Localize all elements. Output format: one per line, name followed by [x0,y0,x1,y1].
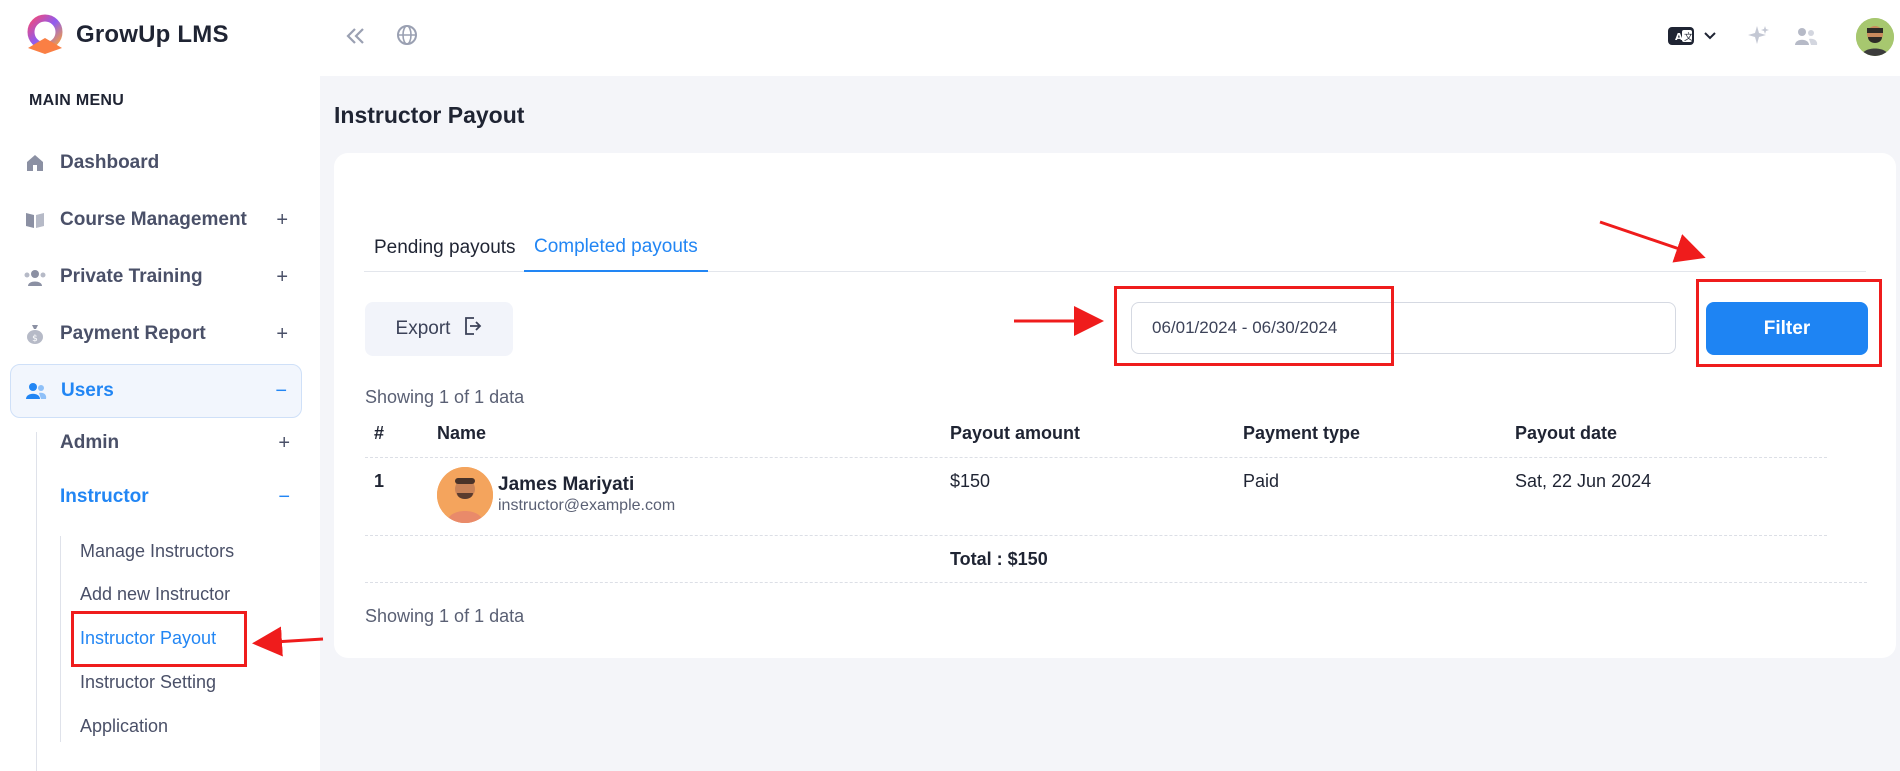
payout-total: Total : $150 [950,549,1048,569]
sidebar-item-label: Dashboard [60,152,160,173]
user-avatar[interactable] [1856,18,1894,56]
sidebar-item-course-management[interactable]: Course Management + [10,193,302,247]
sidebar-item-private-training[interactable]: Private Training + [10,250,302,304]
chevron-down-icon[interactable] [1700,26,1720,46]
showing-count-bottom: Showing 1 of 1 data [365,606,525,626]
sidebar-link-instructor-payout[interactable]: Instructor Payout [80,620,216,656]
row-index: 1 [374,471,385,491]
user-switch-icon[interactable] [1793,24,1819,48]
growup-logo-icon [27,14,63,54]
collapse-sidebar-icon[interactable] [344,24,368,48]
column-header-payout-amount: Payout amount [950,423,1081,443]
sidebar-subitem-admin[interactable]: Admin + [60,423,300,463]
sidebar-link-manage-instructors[interactable]: Manage Instructors [80,533,234,569]
top-bar: A文 [320,0,1900,76]
sidebar-item-label: Users [61,380,114,401]
table-footer-divider [365,582,1867,583]
sidebar-subitem-label: Admin [60,432,120,453]
payout-amount-value: $150 [950,471,991,491]
submenu-guide-line [36,432,37,771]
tab-completed-payouts[interactable]: Completed payouts [524,224,708,272]
home-icon [24,152,46,174]
sidebar-item-dashboard[interactable]: Dashboard [10,136,302,190]
sidebar-item-payment-report[interactable]: $ Payment Report + [10,307,302,361]
language-translate-icon[interactable]: A文 [1667,24,1695,48]
sidebar-subitem-instructor[interactable]: Instructor − [60,477,300,517]
export-button-label: Export [395,318,451,339]
sparkle-icon[interactable] [1746,24,1770,48]
users-icon [25,380,47,402]
training-icon [24,266,46,288]
money-bag-icon: $ [24,323,46,345]
instructor-name: James Mariyati [498,474,635,495]
app-logo[interactable]: GrowUp LMS [22,14,229,56]
payout-tabs: Pending payouts Completed payouts [364,224,1866,272]
expand-icon[interactable]: + [276,209,288,232]
date-range-input[interactable] [1131,302,1676,354]
table-row-divider [365,535,1827,536]
instructor-email: instructor@example.com [498,497,676,514]
payout-date-value: Sat, 22 Jun 2024 [1515,471,1652,491]
column-header-payment-type: Payment type [1243,423,1361,443]
svg-text:文: 文 [1684,31,1693,43]
showing-count-top: Showing 1 of 1 data [365,387,525,407]
sidebar: GrowUp LMS MAIN MENU Dashboard Course Ma… [0,0,320,771]
column-header-index: # [374,423,385,443]
filter-button[interactable]: Filter [1706,302,1868,355]
submenu-guide-line [60,536,61,742]
sidebar-link-add-new-instructor[interactable]: Add new Instructor [80,576,230,612]
page-title: Instructor Payout [334,102,525,128]
book-icon [24,209,46,231]
column-header-payout-date: Payout date [1515,423,1618,443]
sidebar-item-label: Course Management [60,209,247,230]
payment-type-value: Paid [1243,471,1280,491]
main-menu-heading: MAIN MENU [29,92,125,109]
sidebar-item-label: Payment Report [60,323,206,344]
instructor-avatar [437,467,493,523]
sidebar-subitem-label: Instructor [60,486,149,507]
export-button[interactable]: Export [365,302,513,356]
svg-text:$: $ [32,334,38,344]
collapse-icon[interactable]: − [278,486,290,509]
expand-icon[interactable]: + [276,323,288,346]
tab-pending-payouts[interactable]: Pending payouts [364,224,526,272]
svg-text:A: A [1675,32,1683,43]
sidebar-item-label: Private Training [60,266,203,287]
collapse-icon[interactable]: − [275,380,287,403]
export-icon [462,316,482,342]
sidebar-link-instructor-setting[interactable]: Instructor Setting [80,664,216,700]
expand-icon[interactable]: + [276,266,288,289]
expand-icon[interactable]: + [278,432,290,455]
globe-icon[interactable] [394,22,420,48]
sidebar-link-application[interactable]: Application [80,708,168,744]
column-header-name: Name [437,423,487,443]
sidebar-item-users[interactable]: Users − [10,364,302,418]
table-header-divider [365,457,1827,458]
app-name: GrowUp LMS [76,21,229,48]
